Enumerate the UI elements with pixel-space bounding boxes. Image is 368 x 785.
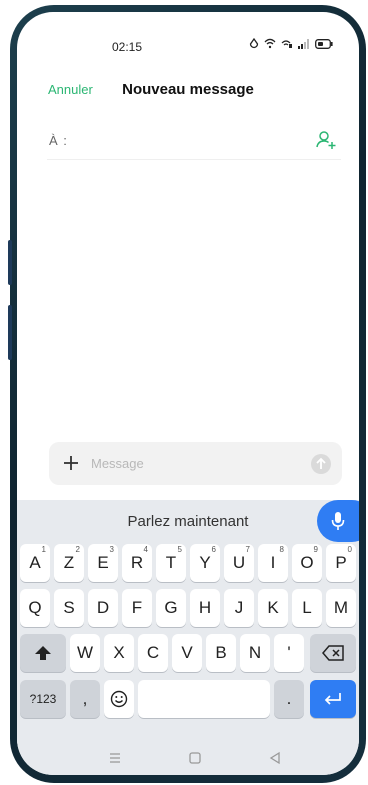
- emoji-icon: [110, 690, 128, 708]
- alarm-icon: [249, 38, 259, 49]
- key-c[interactable]: C: [138, 634, 168, 672]
- key-b[interactable]: B: [206, 634, 236, 672]
- message-composer: [49, 442, 342, 485]
- key-z[interactable]: Z2: [54, 544, 84, 582]
- key-d[interactable]: D: [88, 589, 118, 627]
- key-w[interactable]: W: [70, 634, 100, 672]
- square-icon: [189, 752, 201, 764]
- add-contact-icon: [316, 131, 336, 149]
- enter-icon: [324, 693, 341, 705]
- recipient-label: À :: [49, 133, 68, 148]
- volume-up-button: [8, 240, 12, 285]
- navigation-bar: [17, 740, 359, 775]
- wifi-icon: [264, 38, 276, 49]
- comma-key[interactable]: ,: [70, 680, 100, 718]
- key-v[interactable]: V: [172, 634, 202, 672]
- recents-button[interactable]: [107, 750, 123, 766]
- plus-icon: [64, 456, 78, 470]
- key-r[interactable]: R4: [122, 544, 152, 582]
- key-e[interactable]: E3: [88, 544, 118, 582]
- key-g[interactable]: G: [156, 589, 186, 627]
- space-key[interactable]: [138, 680, 270, 718]
- microphone-icon: [331, 512, 345, 530]
- key-k[interactable]: K: [258, 589, 288, 627]
- status-time: 02:15: [112, 40, 143, 54]
- signal-icon: [298, 38, 309, 49]
- battery-icon: [315, 38, 333, 49]
- volume-down-button: [8, 305, 12, 360]
- key-s[interactable]: S: [54, 589, 84, 627]
- message-input[interactable]: [91, 452, 301, 475]
- key-p[interactable]: P0: [326, 544, 356, 582]
- key-a[interactable]: A1: [20, 544, 50, 582]
- voice-input-strip: Parlez maintenant: [17, 500, 359, 542]
- add-contact-button[interactable]: [315, 129, 337, 151]
- status-icons: [249, 38, 333, 49]
- key-x[interactable]: X: [104, 634, 134, 672]
- attach-button[interactable]: [62, 454, 80, 472]
- key-o[interactable]: O9: [292, 544, 322, 582]
- page-title: Nouveau message: [122, 81, 254, 98]
- home-button[interactable]: [187, 750, 203, 766]
- status-bar: 02:15: [17, 12, 359, 56]
- keyboard: Parlez maintenant A1 Z2 E3 R4 T5 Y6 U7 I…: [17, 500, 359, 775]
- backspace-icon: [322, 645, 344, 661]
- triangle-back-icon: [269, 751, 280, 765]
- enter-key[interactable]: [310, 680, 356, 718]
- shift-icon: [35, 646, 51, 660]
- key-apostrophe[interactable]: ': [274, 634, 304, 672]
- shift-key[interactable]: [20, 634, 66, 672]
- menu-icon: [110, 753, 120, 763]
- key-f[interactable]: F: [122, 589, 152, 627]
- arrow-up-icon: [316, 457, 326, 469]
- phone-screen: 02:15 Annuler Nouveau message À : Pa: [17, 12, 359, 775]
- key-q[interactable]: Q: [20, 589, 50, 627]
- key-h[interactable]: H: [190, 589, 220, 627]
- key-t[interactable]: T5: [156, 544, 186, 582]
- symbols-key[interactable]: ?123: [20, 680, 66, 718]
- key-j[interactable]: J: [224, 589, 254, 627]
- key-m[interactable]: M: [326, 589, 356, 627]
- key-l[interactable]: L: [292, 589, 322, 627]
- mic-button[interactable]: [317, 500, 359, 542]
- key-n[interactable]: N: [240, 634, 270, 672]
- backspace-key[interactable]: [310, 634, 356, 672]
- key-i[interactable]: I8: [258, 544, 288, 582]
- back-button[interactable]: [267, 750, 283, 766]
- recipient-divider: [47, 159, 341, 160]
- voice-prompt: Parlez maintenant: [127, 513, 249, 530]
- call-wifi-icon: [281, 40, 292, 48]
- key-u[interactable]: U7: [224, 544, 254, 582]
- emoji-key[interactable]: [104, 680, 134, 718]
- send-button[interactable]: [311, 454, 331, 474]
- period-key[interactable]: .: [274, 680, 304, 718]
- key-y[interactable]: Y6: [190, 544, 220, 582]
